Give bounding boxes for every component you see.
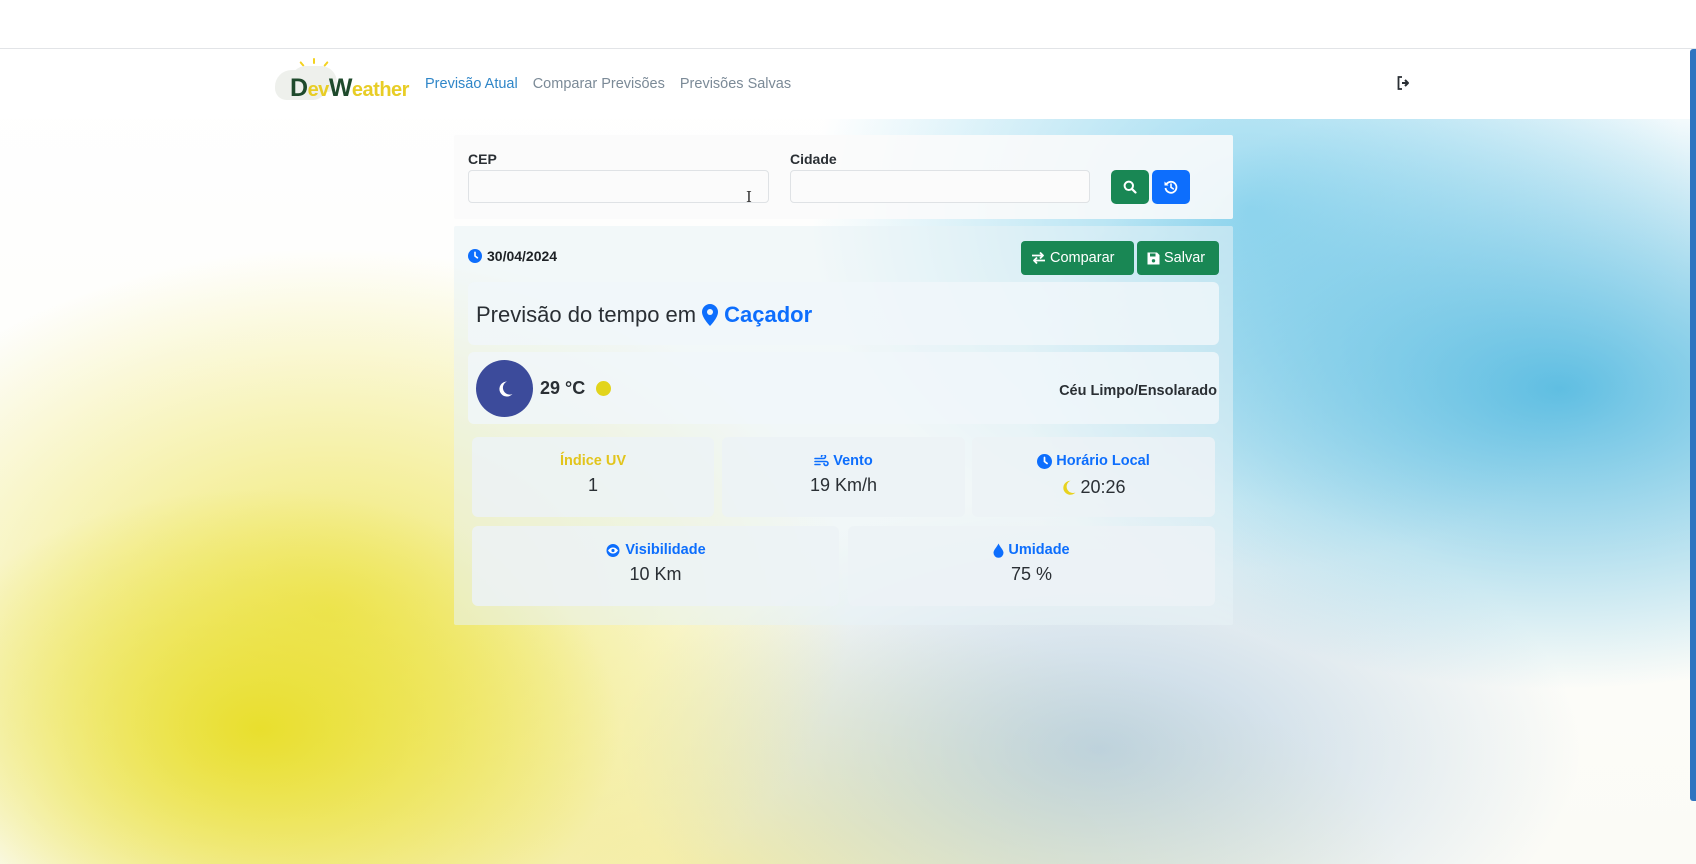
sun-ray [299, 61, 305, 67]
visibility-label: Visibilidade [625, 542, 706, 558]
logo-text: DevWeather [290, 74, 409, 102]
history-button[interactable] [1152, 170, 1190, 204]
cep-input[interactable] [468, 170, 769, 203]
nav-link-previsoes-salvas[interactable]: Previsões Salvas [680, 76, 791, 92]
text-cursor-icon: I [746, 188, 752, 206]
cep-label: CEP [468, 151, 497, 167]
wind-value: 19 Km/h [809, 475, 878, 495]
forecast-title: Previsão do tempo em Caçador [476, 302, 812, 328]
floppy-disk-icon [1147, 252, 1160, 264]
humidity-value: 75 % [1010, 564, 1053, 584]
date-text: 30/04/2024 [487, 248, 558, 264]
clock-icon [468, 249, 482, 263]
scrollbar[interactable] [1690, 49, 1696, 801]
exchange-icon [1032, 251, 1045, 265]
cidade-input[interactable] [790, 170, 1090, 203]
save-button-label: Salvar [1164, 250, 1206, 266]
weather-icon-badge [476, 360, 533, 417]
sun-ray [323, 61, 329, 67]
uv-index-value: 1 [587, 475, 598, 495]
history-icon [1164, 180, 1178, 194]
temperature: 29 °C [540, 378, 586, 398]
visibility-value: 10 Km [629, 564, 682, 584]
moon-icon [1063, 480, 1076, 495]
stat-visibility: Visibilidade 10 Km [472, 526, 839, 606]
compare-button-label: Comparar [1050, 250, 1115, 266]
cidade-label: Cidade [790, 151, 837, 167]
wind-label: Vento [833, 453, 873, 469]
clock-icon [1037, 453, 1053, 469]
local-time-value: 20:26 [1080, 477, 1126, 497]
search-icon [1123, 180, 1137, 194]
forecast-date: 30/04/2024 [468, 248, 557, 264]
wind-icon [814, 454, 830, 466]
water-drop-icon [993, 543, 1004, 558]
stat-uv-index: Índice UV 1 [472, 437, 714, 517]
sun-ray [313, 58, 315, 64]
weather-condition: Céu Limpo/Ensolarado [1059, 383, 1217, 399]
browser-top-strip [0, 0, 1696, 49]
logout-button[interactable] [1396, 75, 1412, 91]
city-name: Caçador [724, 302, 813, 327]
local-time-label: Horário Local [1056, 453, 1150, 469]
stat-wind: Vento 19 Km/h [722, 437, 965, 517]
search-button[interactable] [1111, 170, 1149, 204]
title-prefix: Previsão do tempo em [476, 302, 697, 327]
sun-icon [596, 381, 611, 396]
nav-link-comparar-previsoes[interactable]: Comparar Previsões [533, 76, 665, 92]
stat-humidity: Umidade 75 % [848, 526, 1215, 606]
save-button[interactable]: Salvar [1137, 241, 1219, 275]
nav-link-previsao-atual[interactable]: Previsão Atual [425, 76, 518, 92]
eye-icon [606, 543, 620, 557]
stat-local-time: Horário Local 20:26 [972, 437, 1215, 517]
devweather-logo[interactable]: DevWeather [273, 58, 409, 104]
sign-out-icon [1397, 76, 1409, 90]
navbar [0, 49, 1696, 119]
compare-button[interactable]: Comparar [1021, 241, 1134, 275]
nav-links: Previsão Atual Comparar Previsões Previs… [425, 76, 791, 92]
moon-icon [498, 380, 512, 396]
uv-index-label: Índice UV [559, 453, 627, 469]
humidity-label: Umidade [1008, 542, 1070, 558]
map-marker-icon [702, 304, 719, 326]
